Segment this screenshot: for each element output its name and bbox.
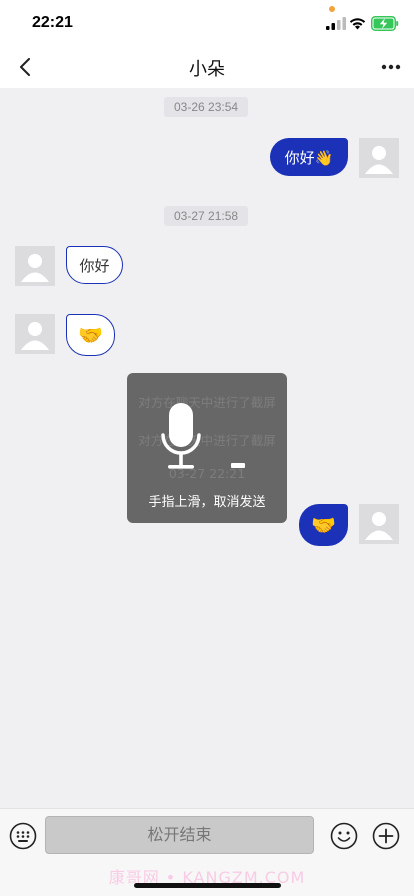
keyboard-icon [9,822,37,850]
status-bar: 22:21 [0,0,414,46]
message-bubble-outgoing[interactable]: 🤝 [299,504,348,546]
message-timestamp: 03-27 22:21 [168,466,246,481]
plus-icon [372,822,400,850]
emoji-button[interactable] [330,822,358,850]
message-bubble-incoming[interactable]: 你好 [66,246,123,284]
chevron-left-icon [20,58,30,76]
wifi-icon [349,18,366,30]
screenshot-notice: 对方在聊天中进行了截屏 [138,395,276,410]
default-avatar-icon [365,512,393,540]
voice-cancel-hint: 手指上滑，取消发送 [148,495,266,510]
message-bubble-incoming[interactable]: 🤝 [66,314,115,356]
nav-bar: 小朵 [0,46,414,88]
cellular-signal-icon [326,17,346,30]
recording-dot-icon [329,6,335,12]
hold-to-talk-button[interactable]: 松开结束 [45,816,314,854]
message-timestamp: 03-26 23:54 [164,97,249,117]
avatar[interactable] [15,314,55,354]
avatar[interactable] [359,138,399,178]
default-avatar-icon [21,322,49,350]
back-button[interactable] [12,54,38,80]
microphone-icon [161,403,201,469]
default-avatar-icon [365,146,393,174]
more-actions-button[interactable] [372,822,400,850]
message-bubble-outgoing[interactable]: 你好👋 [270,138,348,176]
message-timestamp: 03-27 21:58 [164,206,249,226]
keyboard-toggle-button[interactable] [9,822,37,850]
more-dots-icon [381,64,401,70]
status-time: 22:21 [32,14,73,31]
default-avatar-icon [21,254,49,282]
battery-charging-icon [371,16,399,31]
volume-level-bar [231,463,245,468]
avatar[interactable] [359,504,399,544]
avatar[interactable] [15,246,55,286]
home-indicator [134,883,281,888]
emoji-icon [330,822,358,850]
screenshot-notice: 对方在聊天中进行了截屏 [138,433,276,448]
more-button[interactable] [376,54,406,80]
voice-recording-overlay: 对方在聊天中进行了截屏 对方在聊天中进行了截屏 03-27 22:21 手指上滑… [127,373,287,523]
chat-title: 小朵 [189,59,225,80]
input-bar: 松开结束 康哥网 • KANGZM.COM [0,808,414,896]
